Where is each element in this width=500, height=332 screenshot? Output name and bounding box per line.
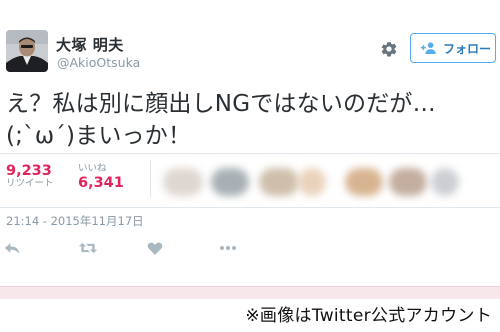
liker-avatar[interactable] <box>298 168 326 196</box>
handle[interactable]: @AkioOtsuka <box>57 55 140 70</box>
retweet-icon <box>78 243 98 253</box>
image-caption: ※画像はTwitter公式アカウント <box>245 306 492 326</box>
like-count: 6,341 <box>78 175 124 191</box>
like-button[interactable] <box>145 238 165 258</box>
liker-avatars-blurred <box>163 168 500 198</box>
tweet-text: え？私は別に顔出しNGではないのだが… (;`ω´)まいっか！ <box>6 91 436 149</box>
liker-avatar[interactable] <box>389 168 427 196</box>
bottom-strip <box>0 286 500 299</box>
like-stat[interactable]: いいね 6,341 <box>78 163 124 192</box>
stats-divider <box>150 160 151 198</box>
reply-button[interactable] <box>2 238 22 258</box>
liker-avatar[interactable] <box>259 168 299 196</box>
avatar[interactable] <box>6 30 48 72</box>
avatar-image <box>6 30 48 72</box>
reply-icon <box>4 243 20 254</box>
follow-button[interactable]: フォロー <box>410 33 496 63</box>
heart-icon <box>147 242 163 255</box>
retweet-label: リツイート <box>6 178 54 189</box>
tweet-timestamp[interactable]: 21:14 - 2015年11月17日 <box>6 213 144 229</box>
follow-label: フォロー <box>443 41 492 56</box>
liker-avatar[interactable] <box>211 168 249 196</box>
liker-avatar[interactable] <box>163 168 203 196</box>
more-button[interactable] <box>218 238 238 258</box>
tweet-actions <box>0 238 500 262</box>
retweet-button[interactable] <box>78 238 98 258</box>
gear-icon <box>381 41 397 57</box>
retweet-stat[interactable]: 9,233 リツイート <box>6 163 54 192</box>
person-plus-icon <box>421 42 436 54</box>
like-label: いいね <box>78 163 107 174</box>
settings-button[interactable] <box>378 38 400 60</box>
liker-avatar[interactable] <box>431 168 459 196</box>
display-name[interactable]: 大塚 明夫 <box>56 34 124 55</box>
liker-avatar[interactable] <box>345 168 383 196</box>
more-icon <box>220 246 236 250</box>
stats-bar: 9,233 リツイート いいね 6,341 <box>0 153 500 208</box>
tweet-card: 大塚 明夫 @AkioOtsuka フォロー え？私は別に顔出しNGではないのだ… <box>0 0 500 286</box>
